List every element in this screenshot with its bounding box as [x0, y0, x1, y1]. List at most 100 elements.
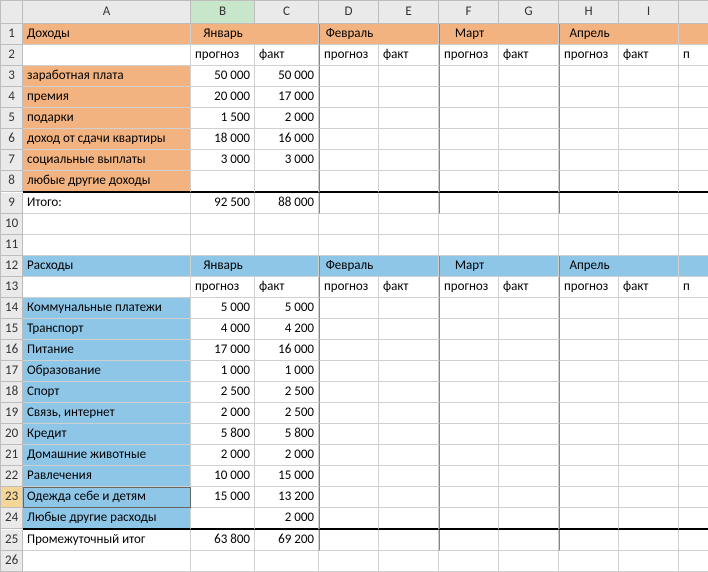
income-item-5-a1[interactable] — [379, 171, 439, 193]
row-header-7[interactable]: 7 — [1, 150, 23, 171]
exp-3-f3[interactable] — [559, 361, 619, 382]
exp-7-a2[interactable] — [499, 445, 559, 466]
expense-item-6-a[interactable]: 5 800 — [255, 424, 319, 445]
expense-item-9-f[interactable]: 15 000 — [191, 487, 255, 508]
exp-10-ov[interactable] — [679, 508, 708, 530]
exp-4-f2[interactable] — [439, 382, 499, 403]
income-item-1-ov[interactable] — [679, 87, 708, 108]
blank-9-2[interactable] — [255, 214, 319, 235]
expense-item-8-f[interactable]: 10 000 — [191, 466, 255, 487]
exp-8-a1[interactable] — [379, 466, 439, 487]
blank-26-3[interactable] — [319, 551, 379, 572]
exp-10-f3[interactable] — [559, 508, 619, 530]
exp-8-f3[interactable] — [559, 466, 619, 487]
row-header-23[interactable]: 23 — [1, 487, 23, 508]
exp-4-f1[interactable] — [319, 382, 379, 403]
exp-tot-ov[interactable] — [679, 530, 708, 551]
col-header-[interactable] — [679, 1, 708, 24]
exp-1-f2[interactable] — [439, 319, 499, 340]
exp-7-ov[interactable] — [679, 445, 708, 466]
blank-10-5[interactable] — [439, 235, 499, 256]
blank-10-7[interactable] — [559, 235, 619, 256]
income-item-5-f1[interactable] — [319, 171, 379, 193]
row-header-11[interactable]: 11 — [1, 235, 23, 256]
exp-tot-a1[interactable] — [379, 530, 439, 551]
blank-9-0[interactable] — [23, 214, 191, 235]
income-item-4-a[interactable]: 3 000 — [255, 150, 319, 171]
inc-tot-a2[interactable] — [499, 193, 559, 214]
income-item-0-ov[interactable] — [679, 66, 708, 87]
expense-item-7-a[interactable]: 2 000 — [255, 445, 319, 466]
exp-tot-a2[interactable] — [499, 530, 559, 551]
expense-item-4-a[interactable]: 2 500 — [255, 382, 319, 403]
exp-5-ov[interactable] — [679, 403, 708, 424]
blank-26-8[interactable] — [619, 551, 679, 572]
exp-2-ov[interactable] — [679, 340, 708, 361]
exp-0-f3[interactable] — [559, 298, 619, 319]
exp-6-f3[interactable] — [559, 424, 619, 445]
income-item-3-ov[interactable] — [679, 129, 708, 150]
income-item-2-a2[interactable] — [499, 108, 559, 129]
expense-item-0-a[interactable]: 5 000 — [255, 298, 319, 319]
exp-8-f1[interactable] — [319, 466, 379, 487]
exp-7-a3[interactable] — [619, 445, 679, 466]
blank-26-4[interactable] — [379, 551, 439, 572]
exp-9-a1[interactable] — [379, 487, 439, 508]
income-item-1-a2[interactable] — [499, 87, 559, 108]
col-header-H[interactable]: H — [559, 1, 619, 24]
exp-6-a1[interactable] — [379, 424, 439, 445]
income-item-3-a2[interactable] — [499, 129, 559, 150]
income-item-4-f1[interactable] — [319, 150, 379, 171]
income-item-3-f1[interactable] — [319, 129, 379, 150]
blank-9-7[interactable] — [559, 214, 619, 235]
exp-2-f1[interactable] — [319, 340, 379, 361]
income-item-3-f[interactable]: 18 000 — [191, 129, 255, 150]
income-item-4-f3[interactable] — [559, 150, 619, 171]
row-header-26[interactable]: 26 — [1, 551, 23, 572]
row-header-8[interactable]: 8 — [1, 171, 23, 192]
row-header-25[interactable]: 25 — [1, 530, 23, 551]
row-header-14[interactable]: 14 — [1, 298, 23, 319]
exp-2-a1[interactable] — [379, 340, 439, 361]
expense-item-3-a[interactable]: 1 000 — [255, 361, 319, 382]
income-item-4-a2[interactable] — [499, 150, 559, 171]
exp-tot-f3[interactable] — [559, 530, 619, 551]
expense-item-1-f[interactable]: 4 000 — [191, 319, 255, 340]
expense-item-10-a[interactable]: 2 000 — [255, 508, 319, 530]
income-item-1-f3[interactable] — [559, 87, 619, 108]
row-header-19[interactable]: 19 — [1, 403, 23, 424]
income-item-5-f3[interactable] — [559, 171, 619, 193]
blank-10-6[interactable] — [499, 235, 559, 256]
exp-7-f1[interactable] — [319, 445, 379, 466]
blank-9-8[interactable] — [619, 214, 679, 235]
exp-9-f2[interactable] — [439, 487, 499, 508]
exp-5-a1[interactable] — [379, 403, 439, 424]
income-item-0-a1[interactable] — [379, 66, 439, 87]
income-item-3-a3[interactable] — [619, 129, 679, 150]
blank-10-9[interactable] — [679, 235, 708, 256]
exp-5-f3[interactable] — [559, 403, 619, 424]
exp-3-ov[interactable] — [679, 361, 708, 382]
income-item-4-a1[interactable] — [379, 150, 439, 171]
row-header-22[interactable]: 22 — [1, 466, 23, 487]
income-item-2-f2[interactable] — [439, 108, 499, 129]
income-item-5-f2[interactable] — [439, 171, 499, 193]
income-item-1-a1[interactable] — [379, 87, 439, 108]
row-header-18[interactable]: 18 — [1, 382, 23, 403]
exp-3-a1[interactable] — [379, 361, 439, 382]
income-item-0-a[interactable]: 50 000 — [255, 66, 319, 87]
income-item-2-f3[interactable] — [559, 108, 619, 129]
exp-tot-f2[interactable] — [439, 530, 499, 551]
row-header-20[interactable]: 20 — [1, 424, 23, 445]
exp-6-f1[interactable] — [319, 424, 379, 445]
row-header-1[interactable]: 1 — [1, 24, 23, 45]
exp-7-f3[interactable] — [559, 445, 619, 466]
blank-9-3[interactable] — [319, 214, 379, 235]
exp-5-f2[interactable] — [439, 403, 499, 424]
inc-tot-f2[interactable] — [439, 193, 499, 214]
exp-8-a2[interactable] — [499, 466, 559, 487]
expense-item-2-f[interactable]: 17 000 — [191, 340, 255, 361]
exp-9-ov[interactable] — [679, 487, 708, 508]
row-header-17[interactable]: 17 — [1, 361, 23, 382]
income-item-0-f3[interactable] — [559, 66, 619, 87]
